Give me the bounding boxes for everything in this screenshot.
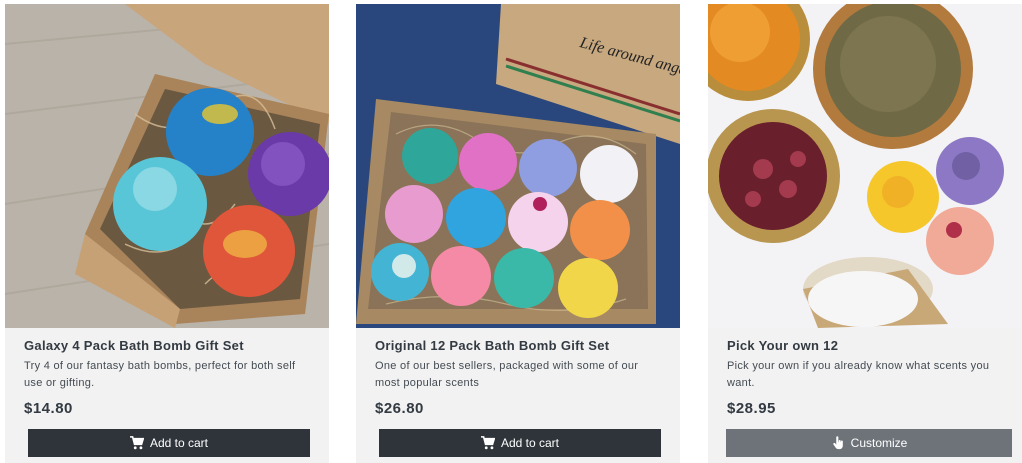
customize-button[interactable]: Customize [726, 429, 1012, 457]
product-image[interactable]: Life around angels [356, 4, 680, 328]
hand-pointer-icon [831, 436, 845, 450]
product-card: Life around angels Original 12 Pack Bath… [356, 4, 680, 463]
product-price: $14.80 [24, 400, 73, 417]
product-title[interactable]: Original 12 Pack Bath Bomb Gift Set [375, 338, 609, 353]
product-title[interactable]: Galaxy 4 Pack Bath Bomb Gift Set [24, 338, 244, 353]
product-price: $26.80 [375, 400, 424, 417]
product-grid: Galaxy 4 Pack Bath Bomb Gift Set Try 4 o… [0, 0, 1022, 463]
button-label: Add to cart [149, 436, 209, 450]
product-card: Galaxy 4 Pack Bath Bomb Gift Set Try 4 o… [5, 4, 329, 463]
product-title[interactable]: Pick Your own 12 [727, 338, 838, 353]
product-image[interactable] [708, 4, 1022, 328]
shopping-cart-icon [129, 436, 144, 450]
shopping-cart-icon [480, 436, 495, 450]
button-label: Customize [850, 436, 908, 450]
add-to-cart-button[interactable]: Add to cart [379, 429, 661, 457]
product-price: $28.95 [727, 400, 776, 417]
product-description: One of our best sellers, packaged with s… [375, 360, 639, 389]
product-image[interactable] [5, 4, 329, 328]
add-to-cart-button[interactable]: Add to cart [28, 429, 310, 457]
product-description: Pick your own if you already know what s… [727, 360, 990, 389]
product-description: Try 4 of our fantasy bath bombs, perfect… [24, 360, 296, 389]
button-label: Add to cart [500, 436, 560, 450]
product-card: Pick Your own 12 Pick your own if you al… [708, 4, 1022, 463]
